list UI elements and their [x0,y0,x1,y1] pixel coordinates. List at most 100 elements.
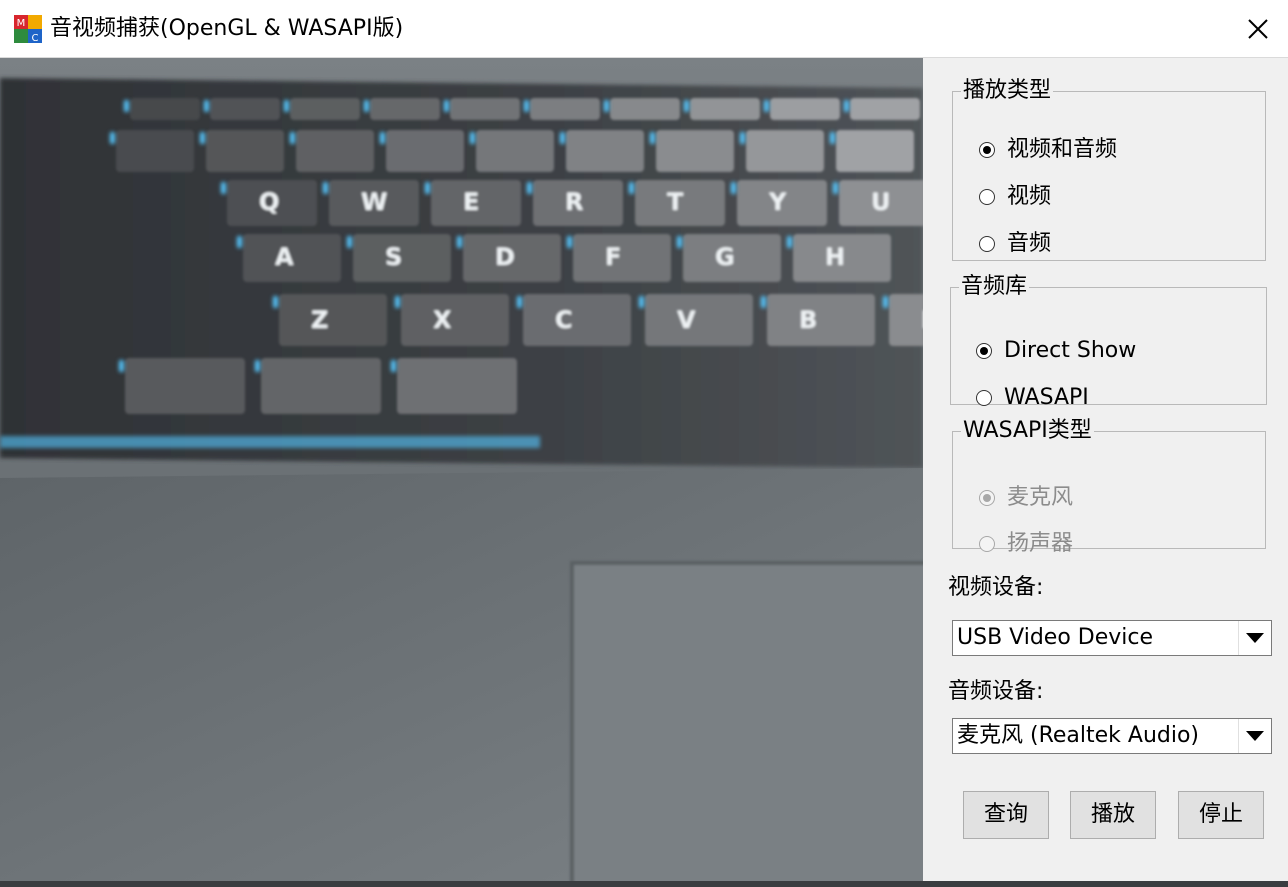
keyboard-key [656,130,734,172]
key-backlight-glow [764,100,769,112]
app-logo-icon: M C [14,15,42,44]
key-backlight-glow [761,296,766,308]
key-backlight-glow [524,100,529,112]
keyboard-key-label: V [677,306,696,334]
key-backlight-glow [787,236,792,248]
radio-video-and-audio[interactable]: 视频和音频 [979,136,1117,164]
keyboard-key [476,130,554,172]
radio-dot [979,236,995,252]
key-backlight-glow [629,182,634,194]
keyboard-key [746,130,824,172]
key-backlight-glow [470,132,475,144]
title-bar: M C 音视频捕获(OpenGL & WASAPI版) [0,0,1288,58]
radio-dot [979,536,995,552]
keyboard-key-label: Q [259,188,279,216]
key-backlight-glow [119,360,124,372]
keyboard-key [206,130,284,172]
key-backlight-glow [457,236,462,248]
audio-device-select[interactable]: 麦克风 (Realtek Audio) [952,718,1272,754]
key-backlight-glow [677,236,682,248]
keyboard-key [850,98,920,120]
keyboard-key-label: W [361,188,387,216]
keyboard-key-label: A [275,243,294,271]
radio-wasapi[interactable]: WASAPI [976,384,1089,412]
window-bottom-edge [0,881,1288,887]
keyboard-key [610,98,680,120]
radio-speaker[interactable]: 扬声器 [979,530,1073,558]
radio-dot [976,390,992,406]
keyboard-key [130,98,200,120]
svg-text:C: C [32,33,39,44]
radio-label: WASAPI [1004,385,1089,410]
keyboard-key [397,358,517,414]
chevron-down-icon[interactable] [1238,621,1271,655]
radio-dot [979,490,995,506]
key-backlight-glow [883,296,888,308]
key-backlight-glow [425,182,430,194]
radio-microphone[interactable]: 麦克风 [979,484,1073,512]
audio-library-legend: 音频库 [961,274,1028,299]
key-backlight-glow [124,100,129,112]
query-button[interactable]: 查询 [963,791,1049,839]
radio-label: 麦克风 [1007,485,1074,510]
key-backlight-glow [833,182,838,194]
keyboard-key [573,234,671,282]
key-backlight-glow [740,132,745,144]
radio-label: 音频 [1007,231,1052,256]
keyboard-key [116,130,194,172]
key-backlight-glow [395,296,400,308]
video-device-label: 视频设备: [948,575,1044,600]
key-backlight-glow [273,296,278,308]
audio-device-value: 麦克风 (Realtek Audio) [957,723,1200,748]
key-backlight-glow [604,100,609,112]
key-backlight-glow [650,132,655,144]
key-backlight-glow [444,100,449,112]
key-backlight-glow [284,100,289,112]
key-backlight-glow [567,236,572,248]
keyboard-key [296,130,374,172]
key-backlight-glow [290,132,295,144]
keyboard-key [770,98,840,120]
key-backlight-glow [237,236,242,248]
video-device-select[interactable]: USB Video Device [952,620,1272,656]
key-backlight-glow [200,132,205,144]
key-backlight-glow [527,182,532,194]
keyboard-key [889,294,923,346]
keyboard-key-label: Y [768,188,787,216]
audio-device-label: 音频设备: [948,679,1044,704]
radio-label: 视频和音频 [1007,137,1118,162]
keyboard-key [690,98,760,120]
radio-video[interactable]: 视频 [979,183,1051,211]
svg-text:M: M [17,18,26,29]
keyboard-key [261,358,381,414]
radio-dot [979,189,995,205]
key-backlight-glow [364,100,369,112]
close-button[interactable] [1228,0,1288,58]
keyboard-key [210,98,280,120]
play-type-legend: 播放类型 [963,78,1052,103]
wasapi-type-legend: WASAPI类型 [963,418,1092,443]
key-backlight-glow [830,132,835,144]
keyboard-key [279,294,387,346]
keyboard-key-label: U [871,188,891,216]
radio-direct-show[interactable]: Direct Show [976,337,1136,365]
key-backlight-glow [221,182,226,194]
audio-library-group: 音频库 Direct Show WASAPI [950,274,1267,410]
play-button[interactable]: 播放 [1070,791,1156,839]
keyboard-key-label: E [463,188,479,216]
keyboard-edge-glow [0,436,540,448]
key-backlight-glow [684,100,689,112]
keyboard-key [767,294,875,346]
play-type-group: 播放类型 视频和音频 视频 音频 [952,78,1266,261]
radio-audio[interactable]: 音频 [979,230,1051,258]
keyboard-key-label: X [433,306,452,334]
keyboard-key [370,98,440,120]
wasapi-type-group: WASAPI类型 麦克风 扬声器 [952,418,1266,556]
chevron-down-icon[interactable] [1238,719,1271,753]
key-backlight-glow [110,132,115,144]
stop-button[interactable]: 停止 [1178,791,1264,839]
control-panel: 播放类型 视频和音频 视频 音频 音频库 Direct Show WASAPI … [923,58,1288,881]
key-backlight-glow [204,100,209,112]
keyboard-key [401,294,509,346]
key-backlight-glow [639,296,644,308]
